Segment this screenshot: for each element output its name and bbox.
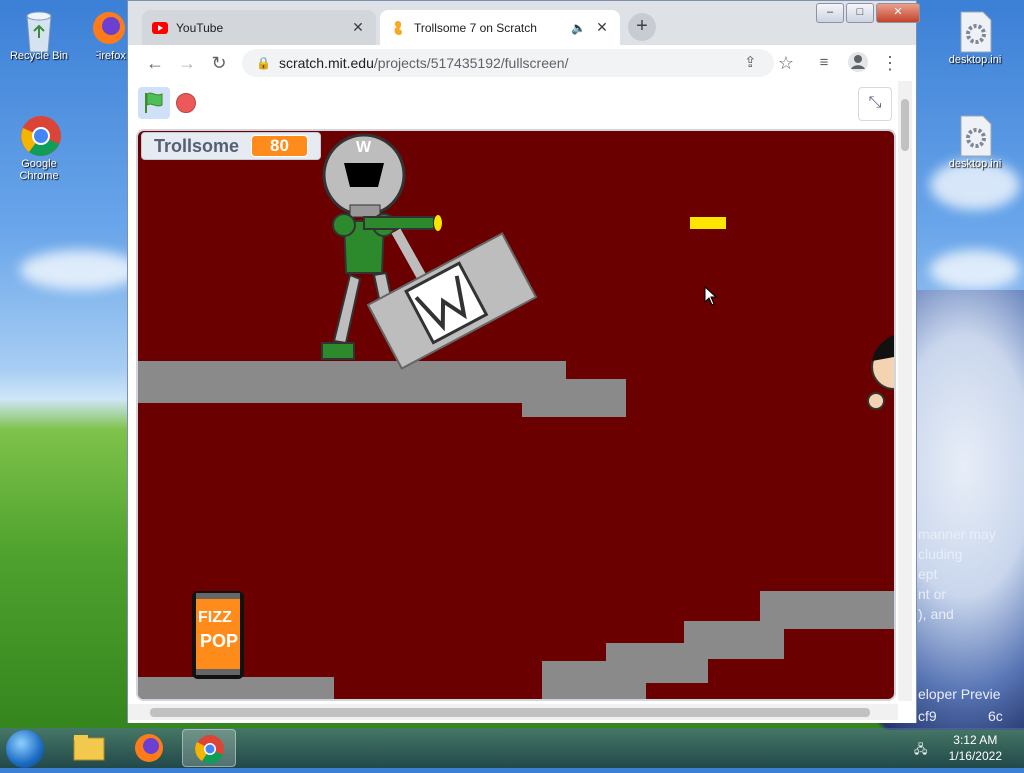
desktop-icon-label: Google Chrome — [19, 158, 59, 182]
desktop-icon-recycle-bin[interactable]: Recycle Bin — [4, 6, 74, 62]
desktop-icon-desktop-ini[interactable]: desktop.ini — [940, 10, 1010, 66]
maximize-icon[interactable]: □ — [846, 3, 874, 23]
wallpaper-text: manner may — [918, 526, 996, 542]
browser-toolbar: ← → ↻ 🔒 scratch.mit.edu/projects/5174351… — [128, 45, 916, 81]
platform — [138, 677, 334, 699]
wallpaper-text: cf9 — [918, 708, 937, 724]
platform — [138, 361, 626, 417]
exit-fullscreen-icon[interactable]: ⤡ — [858, 87, 892, 121]
green-flag-button[interactable] — [138, 87, 170, 119]
menu-kebab-icon[interactable]: ⋮ — [878, 51, 902, 75]
tab-close-icon[interactable]: ✕ — [594, 19, 610, 36]
recycle-bin-icon — [19, 6, 59, 53]
url-host: scratch.mit.edu — [278, 55, 374, 71]
robot-head-letter: W — [356, 139, 372, 156]
yellow-bar — [690, 217, 726, 229]
page-content: ⤡ W FIZZ POP Trollsome 80 — [128, 81, 916, 723]
variable-value: 80 — [251, 135, 308, 157]
scratch-controls: ⤡ — [128, 81, 898, 127]
taskbar: 🖧 3:12 AM 1/16/2022 — [0, 728, 1024, 768]
tab-youtube[interactable]: YouTube ✕ — [142, 10, 376, 45]
start-button[interactable] — [6, 730, 44, 768]
system-clock[interactable]: 3:12 AM 1/16/2022 — [949, 732, 1002, 764]
new-tab-button[interactable]: + — [628, 13, 656, 41]
network-icon[interactable]: 🖧 — [914, 740, 927, 761]
share-icon[interactable]: ⇪ — [744, 53, 757, 71]
wallpaper-text: nt or — [918, 586, 947, 602]
scrollbar-thumb[interactable] — [901, 99, 909, 151]
can-label-top: FIZZ — [198, 609, 232, 626]
scrollbar-thumb[interactable] — [150, 708, 870, 717]
speaker-icon[interactable]: 🔈 — [571, 21, 586, 35]
variable-label: Trollsome — [154, 135, 240, 156]
desktop-icon-label: desktop.ini — [948, 158, 1002, 170]
variable-monitor: Trollsome 80 — [141, 132, 321, 160]
address-bar[interactable]: 🔒 scratch.mit.edu/projects/517435192/ful… — [242, 49, 774, 77]
firefox-icon — [135, 734, 163, 762]
stage-scene — [138, 133, 894, 699]
wallpaper-text: 6c — [988, 708, 1003, 724]
minimize-icon[interactable]: – — [816, 3, 844, 23]
profile-avatar-icon[interactable] — [846, 51, 870, 75]
wallpaper-text: cluding — [918, 546, 963, 562]
bookmark-star-icon[interactable]: ☆ — [774, 51, 798, 75]
stop-button[interactable] — [176, 93, 196, 113]
tab-strip: YouTube ✕ Trollsome 7 on Scratch 🔈 ✕ + –… — [128, 1, 920, 45]
chrome-icon — [195, 735, 224, 764]
lock-icon: 🔒 — [256, 56, 271, 70]
tab-close-icon[interactable]: ✕ — [350, 19, 366, 36]
chrome-icon — [19, 114, 61, 156]
window-controls: – □ ✕ — [814, 3, 920, 23]
explorer-icon — [73, 735, 105, 761]
desktop-icon-desktop-ini[interactable]: desktop.ini — [940, 114, 1010, 170]
wallpaper-text: eloper Previe — [918, 686, 1001, 702]
clock-time: 3:12 AM — [953, 733, 998, 747]
reload-icon[interactable]: ↻ — [207, 51, 231, 75]
can-label-bottom: POP — [200, 631, 239, 651]
scratch-stage[interactable]: W FIZZ POP Trollsome 80 — [136, 129, 896, 701]
browser-window: YouTube ✕ Trollsome 7 on Scratch 🔈 ✕ + –… — [127, 0, 920, 723]
tab-title: Trollsome 7 on Scratch — [414, 20, 537, 35]
close-icon[interactable]: ✕ — [876, 3, 920, 23]
desktop-icon-chrome[interactable]: Google Chrome — [4, 114, 74, 182]
taskbar-firefox[interactable] — [122, 729, 176, 767]
taskbar-explorer[interactable] — [62, 729, 116, 767]
clock-date: 1/16/2022 — [948, 749, 1002, 763]
taskbar-chrome[interactable] — [182, 729, 236, 767]
mouse-cursor-icon — [704, 286, 718, 306]
wallpaper-text: ept — [918, 566, 938, 582]
stairs — [542, 591, 894, 699]
character-sprite — [867, 335, 894, 410]
tab-trollsome[interactable]: Trollsome 7 on Scratch 🔈 ✕ — [380, 10, 620, 45]
youtube-icon — [152, 20, 168, 36]
desktop-icon-label: desktop.ini — [948, 54, 1002, 66]
settings-file-icon — [955, 114, 995, 157]
back-icon[interactable]: ← — [143, 51, 167, 75]
media-control-icon[interactable]: ≡ — [812, 51, 836, 75]
firefox-icon — [89, 6, 129, 46]
sign-sprite — [366, 232, 538, 370]
wallpaper-text: ), and — [918, 606, 954, 622]
tab-title: YouTube — [176, 20, 224, 35]
wallpaper-cloud — [930, 250, 1020, 290]
desktop-icon-label: Recycle Bin — [9, 50, 69, 62]
vertical-scrollbar[interactable] — [898, 81, 912, 701]
settings-file-icon — [955, 10, 995, 53]
wallpaper-cloud — [20, 250, 140, 290]
horizontal-scrollbar[interactable] — [128, 704, 898, 720]
forward-icon[interactable]: → — [175, 51, 199, 75]
scratch-icon — [390, 20, 406, 36]
url-path: /projects/517435192/fullscreen/ — [373, 55, 569, 71]
